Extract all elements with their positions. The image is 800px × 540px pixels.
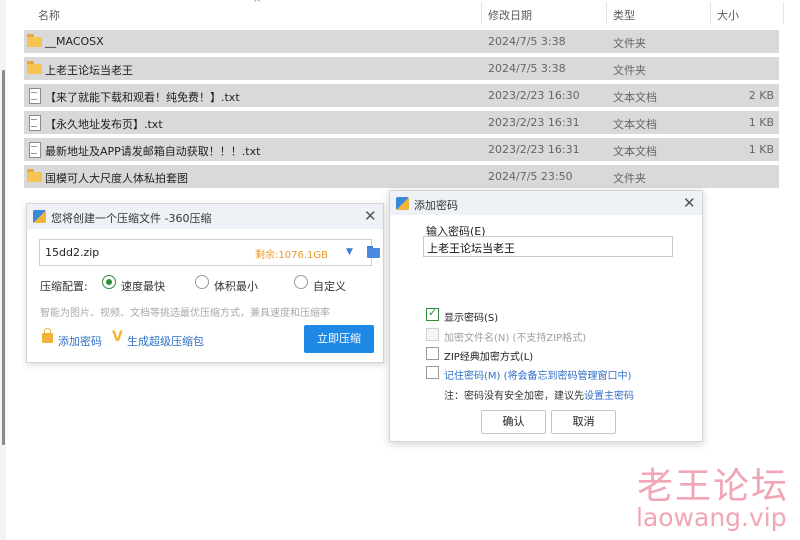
password-note: 注：密码没有安全加密，建议先设置主密码 [444,387,634,402]
remember-password-text[interactable]: 记住密码(M) (将会备忘到密码管理窗口中) [444,371,631,382]
360zip-app-icon [396,197,409,210]
file-date: 2024/7/5 3:38 [488,62,566,75]
close-icon[interactable]: ✕ [683,196,696,211]
radio-fastest-label[interactable]: 速度最快 [121,278,165,294]
folder-icon [27,34,42,48]
text-file-icon [27,142,42,158]
radio-smallest[interactable] [195,275,209,289]
file-date: 2024/7/5 3:38 [488,35,566,48]
sort-caret-icon: ^ [253,0,262,9]
archive-filename-field[interactable]: 15dd2.zip 剩余:1076.1GB ▼ [39,239,380,266]
file-size: 1 KB [748,116,774,129]
zip-classic-label[interactable]: ZIP经典加密方式(L) [444,348,533,363]
folder-icon [27,61,42,75]
radio-smallest-label[interactable]: 体积最小 [214,278,258,294]
encrypt-filenames-checkbox[interactable] [426,328,439,341]
close-icon[interactable]: ✕ [364,209,377,224]
password-dialog-titlebar[interactable]: 添加密码 ✕ [390,191,702,215]
watermark-logo-text: 老王论坛 [637,466,790,507]
compress-now-button[interactable]: 立即压缩 [304,325,374,353]
file-size: 1 KB [748,143,774,156]
file-type: 文件夹 [613,172,646,185]
password-note-text: 注：密码没有安全加密，建议先 [444,391,584,402]
file-row[interactable]: 【永久地址发布页】.txt 2023/2/23 16:31 文本文档 1 KB [24,111,779,134]
file-size: 2 KB [748,89,774,102]
text-file-icon [27,115,42,131]
column-date[interactable]: 修改日期 [488,7,532,23]
lock-icon[interactable] [42,328,53,343]
super-package-link[interactable]: 生成超级压缩包 [127,333,204,349]
file-type: 文本文档 [613,91,657,104]
browse-folder-icon[interactable] [367,246,381,259]
set-master-password-link[interactable]: 设置主密码 [584,391,634,402]
radio-fastest[interactable] [102,275,116,289]
chevron-down-icon[interactable]: ▼ [346,247,353,257]
column-size[interactable]: 大小 [717,7,739,23]
file-type: 文件夹 [613,37,646,50]
file-row[interactable]: 【来了就能下载和观看！纯免费！】.txt 2023/2/23 16:30 文本文… [24,84,779,107]
zip-classic-checkbox[interactable] [426,347,439,360]
file-row[interactable]: __MACOSX 2024/7/5 3:38 文件夹 [24,30,779,53]
password-dialog-title: 添加密码 [414,199,458,212]
password-dialog: 添加密码 ✕ 输入密码(E) 上老王论坛当老王 显示密码(S) 加密文件名(N)… [389,190,703,442]
remember-password-label[interactable]: 记住密码(M) (将会备忘到密码管理窗口中) [444,367,631,382]
column-header: ^ 名称 修改日期 类型 大小 [0,0,800,28]
encrypt-filenames-label[interactable]: 加密文件名(N) (不支持ZIP格式) [444,329,586,344]
column-divider[interactable] [710,2,711,24]
360zip-app-icon [33,210,46,223]
cancel-button[interactable]: 取消 [551,410,616,434]
compress-dialog-title: 您将创建一个压缩文件 -360压缩 [51,212,212,225]
file-type: 文本文档 [613,145,657,158]
compress-dialog-titlebar[interactable]: 您将创建一个压缩文件 -360压缩 ✕ [27,204,383,229]
file-row[interactable]: 国模可人大尺度人体私拍套图 2024/7/5 23:50 文件夹 [24,165,779,188]
column-type[interactable]: 类型 [613,7,635,23]
column-divider[interactable] [481,2,482,24]
file-type: 文件夹 [613,64,646,77]
column-divider[interactable] [783,2,784,24]
show-password-label[interactable]: 显示密码(S) [444,309,498,324]
scrollbar-thumb[interactable] [2,70,5,445]
password-value[interactable]: 上老王论坛当老王 [427,240,515,256]
file-name: 国模可人大尺度人体私拍套图 [45,172,188,185]
column-name[interactable]: 名称 [38,7,60,23]
remember-password-checkbox[interactable] [426,366,439,379]
super-package-v-icon[interactable]: V [112,329,123,345]
compress-dialog: 您将创建一个压缩文件 -360压缩 ✕ 15dd2.zip 剩余:1076.1G… [26,203,384,363]
file-type: 文本文档 [613,118,657,131]
left-scrollbar[interactable] [0,0,6,540]
file-name: __MACOSX [45,35,104,48]
file-date: 2023/2/23 16:30 [488,89,580,102]
archive-filename[interactable]: 15dd2.zip [45,246,99,259]
file-name: 最新地址及APP请发邮箱自动获取！！！.txt [45,145,261,158]
ok-button[interactable]: 确认 [481,410,546,434]
free-space-label: 剩余:1076.1GB [255,250,328,261]
folder-icon [27,169,42,183]
file-row[interactable]: 上老王论坛当老王 2024/7/5 3:38 文件夹 [24,57,779,80]
file-date: 2023/2/23 16:31 [488,143,580,156]
password-input[interactable]: 上老王论坛当老王 [423,236,673,257]
file-row[interactable]: 最新地址及APP请发邮箱自动获取！！！.txt 2023/2/23 16:31 … [24,138,779,161]
show-password-checkbox[interactable] [426,306,439,321]
file-date: 2023/2/23 16:31 [488,116,580,129]
file-name: 【永久地址发布页】.txt [45,118,163,131]
radio-custom-label[interactable]: 自定义 [313,278,346,294]
file-name: 上老王论坛当老王 [45,64,133,77]
add-password-link[interactable]: 添加密码 [58,333,102,349]
text-file-icon [27,88,42,104]
radio-custom[interactable] [294,275,308,289]
compress-hint: 智能为图片、视频、文档等挑选最优压缩方式，兼具速度和压缩率 [40,308,330,319]
file-name: 【来了就能下载和观看！纯免费！】.txt [45,91,240,104]
column-divider[interactable] [606,2,607,24]
file-date: 2024/7/5 23:50 [488,170,573,183]
watermark-url: laowang.vip [636,503,787,532]
compress-config-label: 压缩配置: [40,280,88,293]
